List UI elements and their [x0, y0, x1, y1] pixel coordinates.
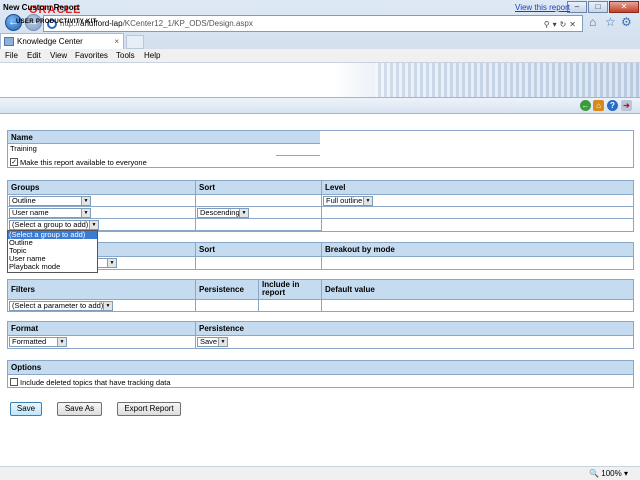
level1-select[interactable]: Full outline ▼ — [323, 196, 373, 206]
group2-select[interactable]: User name ▼ — [9, 208, 91, 218]
format-header: Format — [8, 322, 196, 336]
groups-section: Groups Sort Level Outline ▼ Full outline ▼… — [7, 180, 634, 232]
zoom-level: 100% — [601, 469, 622, 478]
group1-select[interactable]: Outline ▼ — [9, 196, 91, 206]
back-arrow-icon[interactable]: ← — [580, 100, 591, 111]
breakout-sort-header: Sort — [196, 243, 322, 257]
chevron-down-icon: ▼ — [81, 209, 90, 217]
chevron-down-icon: ▼ — [57, 338, 66, 346]
name-spacer — [276, 144, 320, 156]
format-value: Formatted — [12, 337, 47, 346]
options-section: Options Include deleted topics that have… — [7, 360, 634, 388]
app-header — [0, 63, 640, 97]
tab-favicon-icon — [4, 37, 14, 46]
filter-row-persistence — [196, 300, 259, 311]
name-section: Name Training ✓ Make this report availab… — [7, 130, 634, 168]
make-available-checkbox[interactable]: ✓ — [10, 158, 18, 166]
sort-header: Sort — [196, 181, 322, 195]
close-window-button[interactable]: ✕ — [609, 1, 639, 13]
add-group-select[interactable]: (Select a group to add) ▼ — [9, 220, 99, 230]
menu-view[interactable]: View — [50, 50, 67, 62]
level-header: Level — [322, 181, 633, 195]
chevron-down-icon: ▼ — [218, 338, 227, 346]
address-bar[interactable]: http://ahufford-lap/KCenter12_1/KP_ODS/D… — [43, 15, 583, 32]
chevron-down-icon: ▼ — [103, 302, 112, 310]
export-report-button[interactable]: Export Report — [117, 402, 181, 416]
add-parameter-select[interactable]: (Select a parameter to add) ▼ — [9, 301, 113, 311]
include-in-report-header: Include in report — [259, 280, 322, 300]
menu-favorites[interactable]: Favorites — [75, 50, 108, 62]
report-name-input[interactable]: Training — [8, 144, 276, 156]
group-dropdown-list[interactable]: (Select a group to add) Outline Topic Us… — [7, 230, 98, 273]
menu-tools[interactable]: Tools — [116, 50, 135, 62]
product-name: USER PRODUCTIVITY KIT — [16, 19, 97, 25]
options-header: Options — [8, 361, 633, 375]
dropdown-option[interactable]: Playback mode — [8, 263, 97, 271]
filters-header: Filters — [8, 280, 196, 300]
sort-row3 — [196, 219, 322, 231]
format-persistence-value: Save — [200, 337, 218, 346]
chevron-down-icon: ▼ — [363, 197, 372, 205]
favorites-star-icon[interactable]: ☆ — [605, 15, 616, 29]
view-report-link[interactable]: View this report — [515, 3, 570, 12]
home-icon[interactable]: ⌂ — [593, 100, 604, 111]
level-row3 — [322, 219, 633, 231]
filters-section: Filters Persistence Include in report De… — [7, 279, 634, 312]
default-value-header: Default value — [322, 280, 633, 300]
home-icon[interactable]: ⌂ — [589, 15, 596, 29]
status-bar: 🔍 100% ▾ — [0, 466, 640, 480]
menu-file[interactable]: File — [5, 50, 18, 62]
add-parameter-value: (Select a parameter to add) — [12, 301, 104, 310]
breakout-section: Sort Breakout by mode ▼ — [7, 242, 634, 270]
tab-title: Knowledge Center — [17, 37, 83, 46]
chevron-down-icon: ▼ — [81, 197, 90, 205]
url-path: /KCenter12_1/KP_ODS/Design.aspx — [122, 19, 253, 28]
add-group-value: (Select a group to add) — [12, 220, 89, 229]
sort2-value: Descending — [200, 208, 240, 217]
maximize-button[interactable]: □ — [588, 1, 608, 13]
breakout-row-mode — [322, 257, 633, 269]
tools-gear-icon[interactable]: ⚙ — [621, 15, 632, 29]
save-button[interactable]: Save — [10, 402, 42, 416]
minimize-button[interactable]: – — [567, 1, 587, 13]
persistence-header: Persistence — [196, 280, 259, 300]
groups-header: Groups — [8, 181, 196, 195]
filter-row-default — [322, 300, 633, 311]
address-tools-icons[interactable]: ⚲▾↻✕ — [544, 17, 579, 32]
zoom-control[interactable]: 🔍 100% ▾ — [589, 469, 628, 478]
chevron-down-icon: ▼ — [107, 259, 116, 267]
format-persistence-header: Persistence — [196, 322, 633, 336]
chevron-down-icon: ▼ — [239, 209, 248, 217]
include-deleted-checkbox[interactable] — [10, 378, 18, 386]
page-title-bar — [0, 97, 640, 114]
save-as-button[interactable]: Save As — [57, 402, 102, 416]
browser-tab[interactable]: Knowledge Center × — [0, 33, 124, 49]
close-tab-icon[interactable]: × — [114, 34, 119, 49]
sort2-select[interactable]: Descending ▼ — [197, 208, 249, 218]
filter-row-include — [259, 300, 322, 311]
level1-value: Full outline — [326, 196, 363, 205]
breakout-mode-header: Breakout by mode — [322, 243, 633, 257]
exit-icon[interactable]: ➜ — [621, 100, 632, 111]
name-header: Name — [8, 131, 320, 144]
zoom-icon: 🔍 — [589, 469, 600, 478]
chevron-down-icon: ▼ — [89, 221, 98, 229]
page-title: New Custom Report — [3, 3, 80, 12]
group1-value: Outline — [12, 196, 36, 205]
menu-bar: File Edit View Favorites Tools Help — [0, 49, 640, 63]
new-tab-button[interactable] — [126, 35, 144, 49]
format-persistence-row — [196, 336, 633, 348]
level-row2 — [322, 207, 633, 219]
help-icon[interactable]: ? — [607, 100, 618, 111]
include-deleted-label: Include deleted topics that have trackin… — [20, 378, 171, 387]
breakout-row-sort — [196, 257, 322, 269]
format-select[interactable]: Formatted ▼ — [9, 337, 67, 347]
make-available-label: Make this report available to everyone — [20, 158, 147, 167]
format-persistence-select[interactable]: Save ▼ — [197, 337, 228, 347]
menu-help[interactable]: Help — [144, 50, 160, 62]
format-section: Format Persistence Formatted ▼ Save ▼ — [7, 321, 634, 349]
group2-value: User name — [12, 208, 49, 217]
sort-row1 — [196, 195, 322, 207]
menu-edit[interactable]: Edit — [27, 50, 41, 62]
